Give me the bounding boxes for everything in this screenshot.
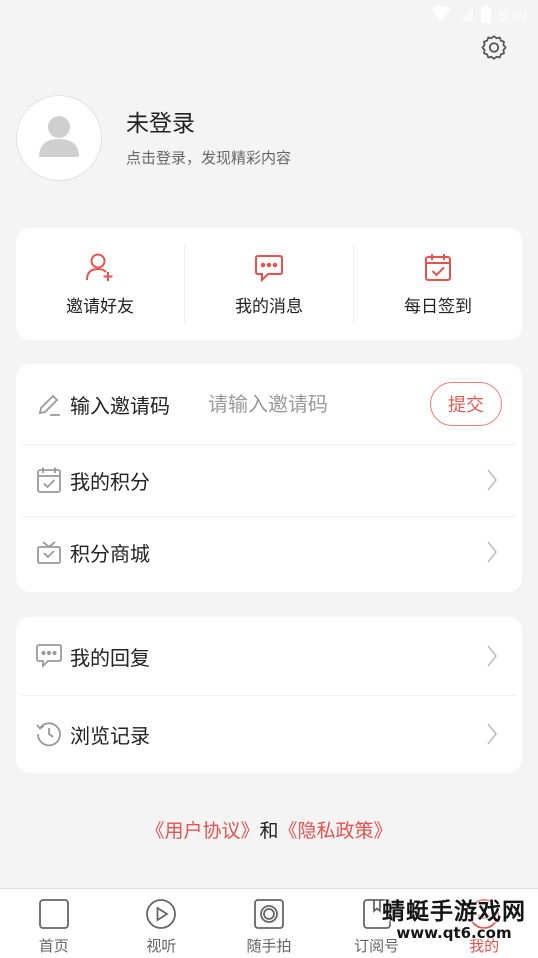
calendar-check-icon [424, 252, 452, 282]
my-replies-label: 我的回复 [70, 645, 150, 670]
pencil-icon [34, 389, 64, 419]
agreement-and-text: 和 [259, 820, 279, 842]
profile-header[interactable]: 未登录 点击登录，发现精彩内容 [16, 94, 522, 182]
battery-icon [480, 5, 491, 27]
user-placeholder-icon [39, 115, 79, 161]
avatar[interactable] [16, 95, 102, 181]
signal-icon [458, 6, 473, 26]
tab-mine-label: 我的 [469, 937, 500, 955]
tab-media-label: 视听 [146, 937, 177, 955]
daily-checkin-label: 每日签到 [404, 296, 472, 317]
user-agreement-link[interactable]: 《用户协议》 [145, 820, 259, 842]
history-icon [34, 719, 64, 749]
chevron-right-icon [482, 719, 502, 749]
my-messages-label: 我的消息 [235, 296, 303, 317]
tab-subscriptions-label: 订阅号 [354, 937, 400, 955]
my-messages-button[interactable]: 我的消息 [184, 244, 353, 324]
chevron-right-icon [482, 537, 502, 567]
bottom-tab-bar: 首页 视听 随手拍 订阅号 我的 [0, 888, 538, 958]
points-mall-label: 积分商城 [70, 541, 150, 566]
my-points-row[interactable]: 我的积分 [16, 444, 522, 516]
comment-icon [34, 641, 64, 671]
invite-friends-button[interactable]: 邀请好友 [16, 244, 184, 324]
privacy-policy-link[interactable]: 《隐私政策》 [279, 820, 393, 842]
clock: 5:09 [498, 7, 528, 25]
gift-icon [34, 537, 64, 567]
points-mall-row[interactable]: 积分商城 [16, 516, 522, 588]
play-circle-icon [144, 897, 178, 931]
settings-button[interactable] [478, 34, 510, 66]
tab-media[interactable]: 视听 [108, 889, 216, 958]
home-square-icon [37, 897, 71, 931]
invite-code-input[interactable] [208, 386, 430, 422]
wifi-icon [430, 5, 451, 26]
login-hint: 点击登录，发现精彩内容 [126, 148, 292, 167]
tab-home[interactable]: 首页 [0, 889, 108, 958]
tab-mine[interactable]: 我的 [430, 889, 538, 958]
tab-subscriptions[interactable]: 订阅号 [323, 889, 431, 958]
activity-menu-card: 我的回复 浏览记录 [16, 617, 522, 773]
my-replies-row[interactable]: 我的回复 [16, 617, 522, 695]
points-menu-card: 输入邀请码 提交 我的积分 积分商城 [16, 364, 522, 592]
camera-icon [252, 897, 286, 931]
bookmark-icon [360, 897, 394, 931]
my-points-label: 我的积分 [70, 469, 150, 494]
add-user-icon [85, 252, 115, 282]
tab-snapshot[interactable]: 随手拍 [215, 889, 323, 958]
invite-code-row: 输入邀请码 提交 [16, 364, 522, 444]
status-bar: 5:09 [0, 0, 538, 32]
login-status[interactable]: 未登录 [126, 109, 291, 139]
gear-icon [479, 33, 509, 67]
daily-checkin-button[interactable]: 每日签到 [353, 244, 522, 324]
invite-friends-label: 邀请好友 [66, 296, 134, 317]
quick-actions-card: 邀请好友 我的消息 每日签到 [16, 228, 522, 340]
message-icon [254, 252, 284, 282]
tab-snapshot-label: 随手拍 [246, 937, 292, 955]
chevron-right-icon [482, 641, 502, 671]
browse-history-row[interactable]: 浏览记录 [16, 695, 522, 773]
calendar-check-icon [34, 465, 64, 495]
tab-home-label: 首页 [38, 937, 69, 955]
invite-code-label: 输入邀请码 [70, 393, 170, 418]
submit-button[interactable]: 提交 [430, 382, 502, 426]
agreement-links: 《用户协议》和《隐私政策》 [0, 816, 538, 843]
browse-history-label: 浏览记录 [70, 723, 150, 748]
smile-icon [467, 897, 501, 931]
chevron-right-icon [482, 465, 502, 495]
